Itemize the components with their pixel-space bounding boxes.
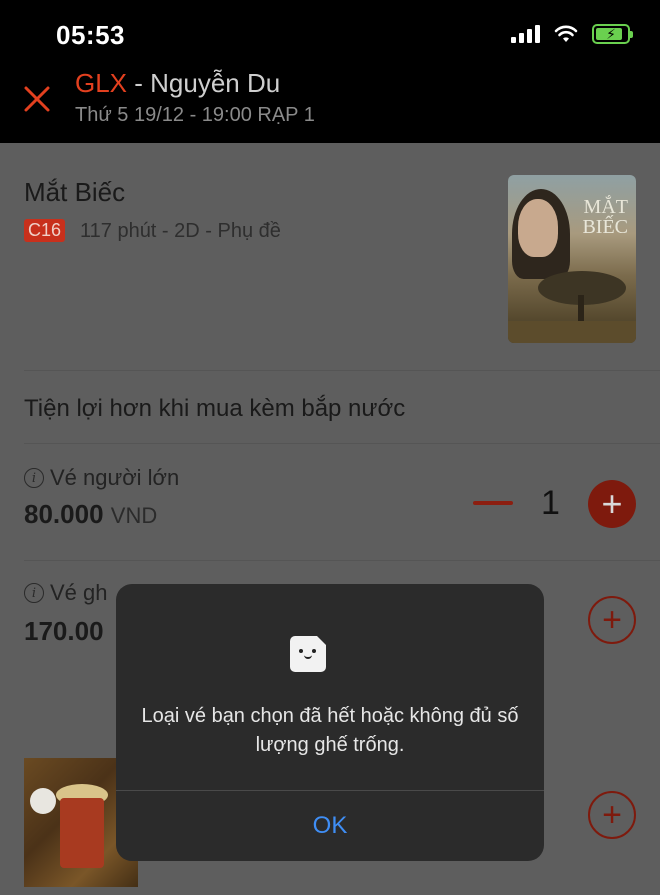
ticket-price: 80.000 VND — [24, 499, 157, 530]
alert-message: Loại vé bạn chọn đã hết hoặc không đủ số… — [141, 705, 519, 756]
wifi-icon — [554, 25, 578, 42]
movie-poster: MẮT BIẾC — [508, 175, 636, 343]
close-icon[interactable] — [22, 82, 62, 122]
movie-meta: 117 phút - 2D - Phụ đề — [80, 220, 281, 242]
cinema-title: GLX - Nguyễn Du — [75, 68, 280, 99]
increase-quantity-button[interactable]: + — [588, 596, 636, 644]
combo-promo-text: Tiện lợi hơn khi mua kèm bắp nước — [24, 395, 406, 422]
ticket-price-value: 80.000 — [24, 499, 104, 529]
status-icons: ⚡ — [511, 24, 633, 44]
cinema-name: - Nguyễn Du — [127, 68, 281, 98]
movie-title: Mắt Biếc — [24, 177, 126, 207]
ticket-row-adult-label: i Vé người lớn — [24, 465, 179, 491]
info-icon[interactable]: i — [24, 468, 44, 488]
info-icon[interactable]: i — [24, 583, 44, 603]
ticket-label: Vé gh — [50, 580, 108, 605]
cinema-brand: GLX — [75, 68, 128, 98]
error-face-icon — [290, 636, 326, 672]
showtime-info: Thứ 5 19/12 - 19:00 RẠP 1 — [75, 104, 315, 126]
alert-dialog: Loại vé bạn chọn đã hết hoặc không đủ số… — [116, 584, 544, 861]
alert-ok-button[interactable]: OK — [116, 791, 544, 861]
divider — [24, 443, 660, 444]
cellular-signal-icon — [511, 25, 540, 43]
ticket-price: 170.00 — [24, 616, 104, 647]
divider — [24, 370, 660, 371]
ticket-quantity: 1 — [541, 484, 560, 522]
decrease-quantity-button[interactable] — [473, 501, 513, 505]
battery-charging-icon: ⚡ — [592, 24, 633, 44]
increase-quantity-button[interactable]: + — [588, 791, 636, 839]
ticket-price-value: 170.00 — [24, 616, 104, 646]
ticket-row-2-label: i Vé gh — [24, 580, 108, 606]
ticket-currency: VND — [110, 503, 158, 528]
poster-title: MẮT BIẾC — [582, 196, 628, 238]
top-bar: 05:53 ⚡ GLX - Nguyễn Du Thứ 5 19/12 - 19… — [0, 0, 660, 143]
age-rating-badge: C16 — [24, 219, 66, 242]
ticket-label: Vé người lớn — [50, 465, 180, 490]
divider — [24, 560, 660, 561]
status-time: 05:53 — [56, 20, 125, 50]
increase-quantity-button[interactable]: + — [588, 480, 636, 528]
